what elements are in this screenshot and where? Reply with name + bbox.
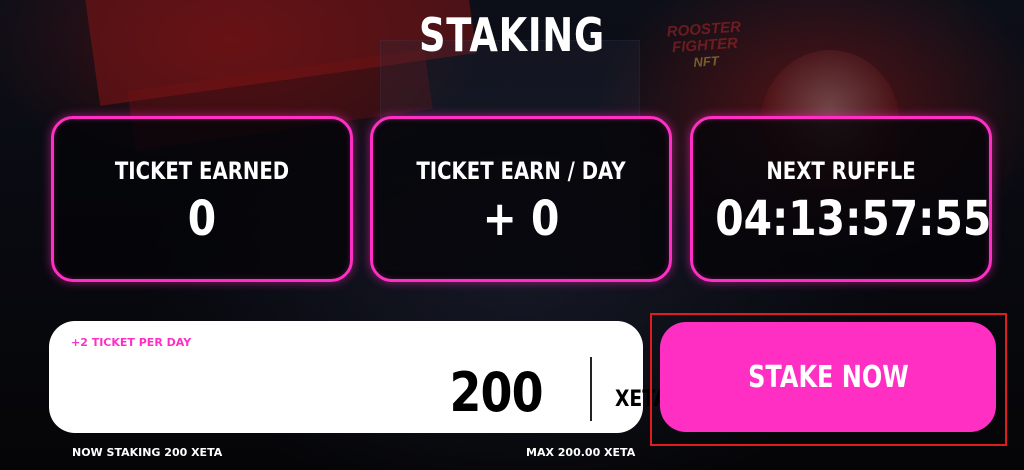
max-amount-text[interactable]: MAX 200.00 XETA bbox=[526, 446, 635, 459]
ticket-earned-label: TICKET EARNED bbox=[114, 157, 290, 185]
ticket-per-day-hint: +2 TICKET PER DAY bbox=[71, 336, 192, 349]
page-title: STAKING bbox=[418, 8, 606, 62]
next-ruffle-countdown: 04:13:57:55 bbox=[715, 191, 992, 247]
next-ruffle-label: NEXT RUFFLE bbox=[766, 157, 916, 185]
ticket-earned-value: 0 bbox=[187, 191, 217, 247]
ticket-earn-per-day-card: TICKET EARN / DAY + 0 bbox=[370, 116, 672, 282]
ticket-earned-card: TICKET EARNED 0 bbox=[51, 116, 353, 282]
next-ruffle-card: NEXT RUFFLE 04:13:57:55 bbox=[690, 116, 992, 282]
text-cursor bbox=[590, 357, 592, 421]
ticket-earn-per-day-value: + 0 bbox=[482, 191, 560, 247]
stake-amount-value[interactable]: 200 bbox=[450, 361, 544, 424]
now-staking-text: NOW STAKING 200 XETA bbox=[72, 446, 223, 459]
ticket-earn-per-day-label: TICKET EARN / DAY bbox=[416, 157, 626, 185]
stake-now-label: STAKE NOW bbox=[747, 359, 909, 395]
stake-amount-field[interactable]: +2 TICKET PER DAY 200 XETA bbox=[49, 321, 668, 433]
stake-now-button[interactable]: STAKE NOW bbox=[660, 322, 996, 432]
